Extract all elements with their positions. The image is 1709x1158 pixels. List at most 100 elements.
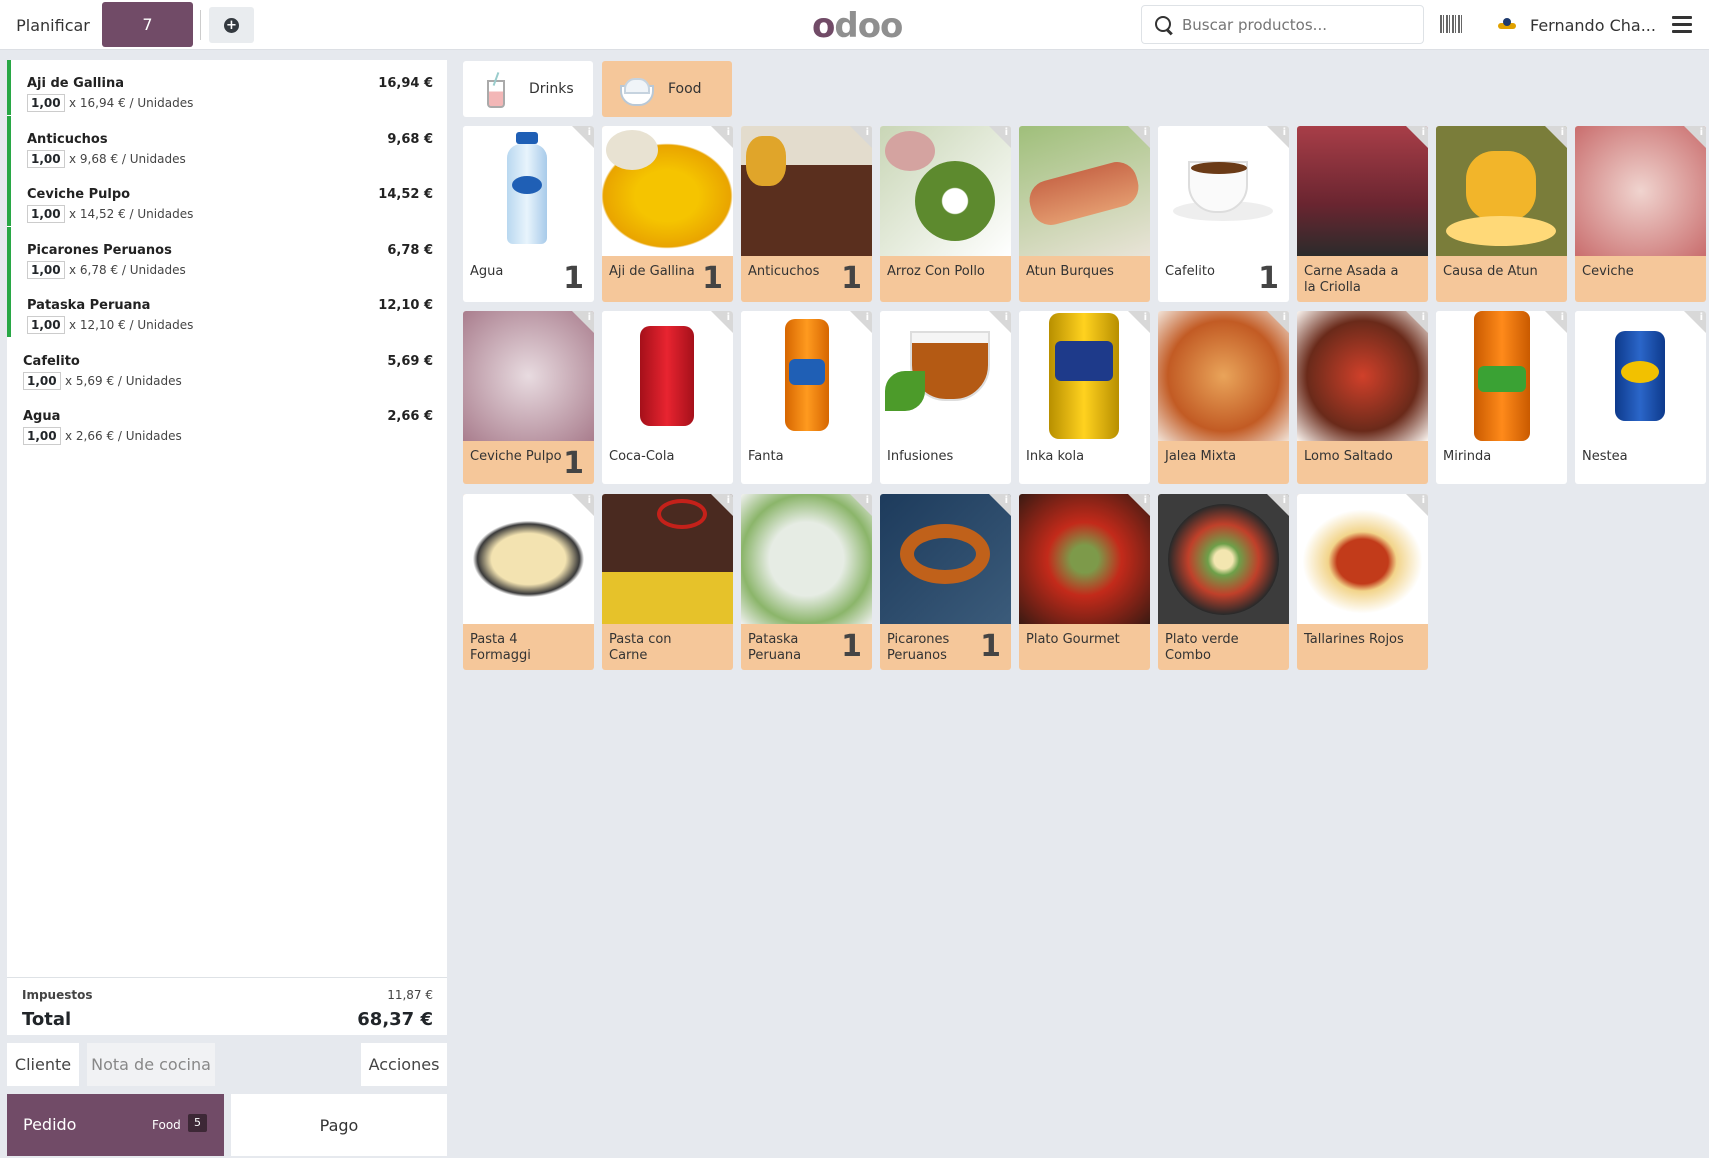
info-glyph: i — [1421, 495, 1425, 506]
product-card[interactable]: i Ceviche — [1575, 126, 1706, 302]
order-line-name: Aji de Gallina — [27, 76, 124, 91]
info-glyph: i — [1143, 312, 1147, 323]
order-line-unit-price: x 9,68 € / Unidades — [69, 151, 186, 166]
category-food[interactable]: Food — [602, 61, 732, 117]
order-panel: Aji de Gallina 16,94 € 1,00 x 16,94 € / Uni… — [7, 60, 447, 1035]
order-line-name: Ceviche Pulpo — [27, 187, 131, 202]
order-line-price: 12,10 € — [378, 298, 433, 313]
product-name: Ceviche Pulpo — [470, 449, 562, 464]
order-line-unit-price: x 6,78 € / Unidades — [69, 262, 186, 277]
order-button[interactable]: Pedido Food 5 — [7, 1094, 224, 1156]
product-name: Carne Asada a la Criolla — [1304, 264, 1399, 295]
info-glyph: i — [1004, 495, 1008, 506]
barcode-icon[interactable] — [1440, 15, 1463, 33]
product-card[interactable]: i Agua 1 — [463, 126, 594, 302]
info-glyph: i — [1143, 495, 1147, 506]
product-name: Lomo Saltado — [1304, 449, 1393, 464]
order-line[interactable]: Aji de Gallina 16,94 € 1,00 x 16,94 € / Uni… — [7, 60, 447, 115]
order-line[interactable]: Anticuchos 9,68 € 1,00 x 9,68 € / Unidades — [7, 115, 447, 171]
search-input[interactable] — [1182, 15, 1402, 34]
product-qty-badge: 1 — [841, 629, 862, 664]
product-name: Tallarines Rojos — [1304, 632, 1404, 647]
product-name: Anticuchos — [748, 264, 820, 279]
planificar-button[interactable]: Planificar — [8, 0, 98, 50]
product-card[interactable]: i Plato Gourmet — [1019, 494, 1150, 670]
product-card[interactable]: i Inka kola — [1019, 311, 1150, 484]
product-card[interactable]: i Plato verde Combo — [1158, 494, 1289, 670]
info-glyph: i — [587, 127, 591, 138]
product-card[interactable]: i Nestea — [1575, 311, 1706, 484]
product-card[interactable]: i Arroz Con Pollo — [880, 126, 1011, 302]
add-order-button[interactable]: + — [209, 7, 254, 43]
product-name: Aji de Gallina — [609, 264, 695, 279]
product-card[interactable]: i Cafelito 1 — [1158, 126, 1289, 302]
category-drinks[interactable]: Drinks — [463, 61, 593, 117]
product-card[interactable]: i Picarones Peruanos 1 — [880, 494, 1011, 670]
payment-button[interactable]: Pago — [231, 1094, 447, 1156]
kitchen-note-button[interactable]: Nota de cocina — [87, 1043, 215, 1086]
category-label: Food — [668, 81, 702, 97]
product-qty-badge: 1 — [841, 261, 862, 296]
bowl-icon — [618, 72, 654, 106]
info-glyph: i — [1699, 312, 1703, 323]
product-qty-badge: 1 — [563, 261, 584, 296]
product-card[interactable]: i Pasta 4 Formaggi — [463, 494, 594, 670]
order-totals: Impuestos 11,87 € Total 68,37 € — [7, 977, 447, 1035]
order-line-qty: 1,00 — [23, 427, 61, 445]
order-line[interactable]: Picarones Peruanos 6,78 € 1,00 x 6,78 € / U… — [7, 226, 447, 282]
hamburger-menu-icon[interactable] — [1672, 16, 1692, 33]
order-line-unit-price: x 5,69 € / Unidades — [65, 373, 182, 388]
product-qty-badge: 1 — [702, 261, 723, 296]
info-glyph: i — [1421, 312, 1425, 323]
order-line[interactable]: Ceviche Pulpo 14,52 € 1,00 x 14,52 € / Unid… — [7, 171, 447, 226]
order-line-unit-price: x 16,94 € / Unidades — [69, 96, 194, 110]
info-glyph: i — [587, 495, 591, 506]
search-icon — [1154, 15, 1174, 35]
product-card[interactable]: i Carne Asada a la Criolla — [1297, 126, 1428, 302]
total-label: Total — [22, 1009, 72, 1030]
product-card[interactable]: i Anticuchos 1 — [741, 126, 872, 302]
product-card[interactable]: i Pasta con Carne — [602, 494, 733, 670]
product-card[interactable]: i Jalea Mixta — [1158, 311, 1289, 484]
product-name: Pasta con Carne — [609, 632, 672, 663]
actions-button[interactable]: Acciones — [361, 1043, 447, 1086]
product-name: Coca-Cola — [609, 449, 675, 464]
order-button-label: Pedido — [23, 1115, 77, 1134]
order-line[interactable]: Agua 2,66 € 1,00 x 2,66 € / Unidades — [7, 393, 447, 448]
product-qty-badge: 1 — [1258, 261, 1279, 296]
product-card[interactable]: i Atun Burques — [1019, 126, 1150, 302]
product-card[interactable]: i Aji de Gallina 1 — [602, 126, 733, 302]
info-glyph: i — [1421, 127, 1425, 138]
order-line-name: Agua — [23, 409, 61, 424]
product-card[interactable]: i Mirinda — [1436, 311, 1567, 484]
product-card[interactable]: i Lomo Saltado — [1297, 311, 1428, 484]
order-line-qty: 1,00 — [27, 316, 65, 334]
order-line-unit-price: x 12,10 € / Unidades — [69, 318, 194, 332]
product-card[interactable]: i Coca-Cola — [602, 311, 733, 484]
product-card[interactable]: i Ceviche Pulpo 1 — [463, 311, 594, 484]
user-menu[interactable]: Fernando Cha... — [1496, 0, 1656, 50]
info-glyph: i — [1282, 495, 1286, 506]
order-line-price: 6,78 € — [387, 242, 433, 258]
customer-button[interactable]: Cliente — [7, 1043, 79, 1086]
product-name: Picarones Peruanos — [887, 632, 950, 663]
product-card[interactable]: i Tallarines Rojos — [1297, 494, 1428, 670]
product-qty-badge: 1 — [563, 446, 584, 481]
search-box[interactable] — [1141, 5, 1424, 44]
table-number-button[interactable]: 7 — [102, 2, 193, 47]
product-name: Jalea Mixta — [1165, 449, 1237, 464]
order-line-name: Cafelito — [23, 353, 80, 369]
order-line[interactable]: Cafelito 5,69 € 1,00 x 5,69 € / Unidades — [7, 338, 447, 393]
order-line-name: Picarones Peruanos — [27, 242, 172, 258]
product-card[interactable]: i Fanta — [741, 311, 872, 484]
order-line[interactable]: Pataska Peruana 12,10 € 1,00 x 12,10 € / Un… — [7, 282, 447, 337]
product-card[interactable]: i Infusiones — [880, 311, 1011, 484]
user-avatar-icon — [1496, 18, 1518, 32]
product-name: Nestea — [1582, 449, 1628, 464]
order-line-qty: 1,00 — [23, 371, 61, 390]
product-name: Atun Burques — [1026, 264, 1114, 279]
product-card[interactable]: i Causa de Atun — [1436, 126, 1567, 302]
product-card[interactable]: i Pataska Peruana 1 — [741, 494, 872, 670]
product-name: Causa de Atun — [1443, 264, 1538, 279]
product-name: Cafelito — [1165, 264, 1215, 279]
